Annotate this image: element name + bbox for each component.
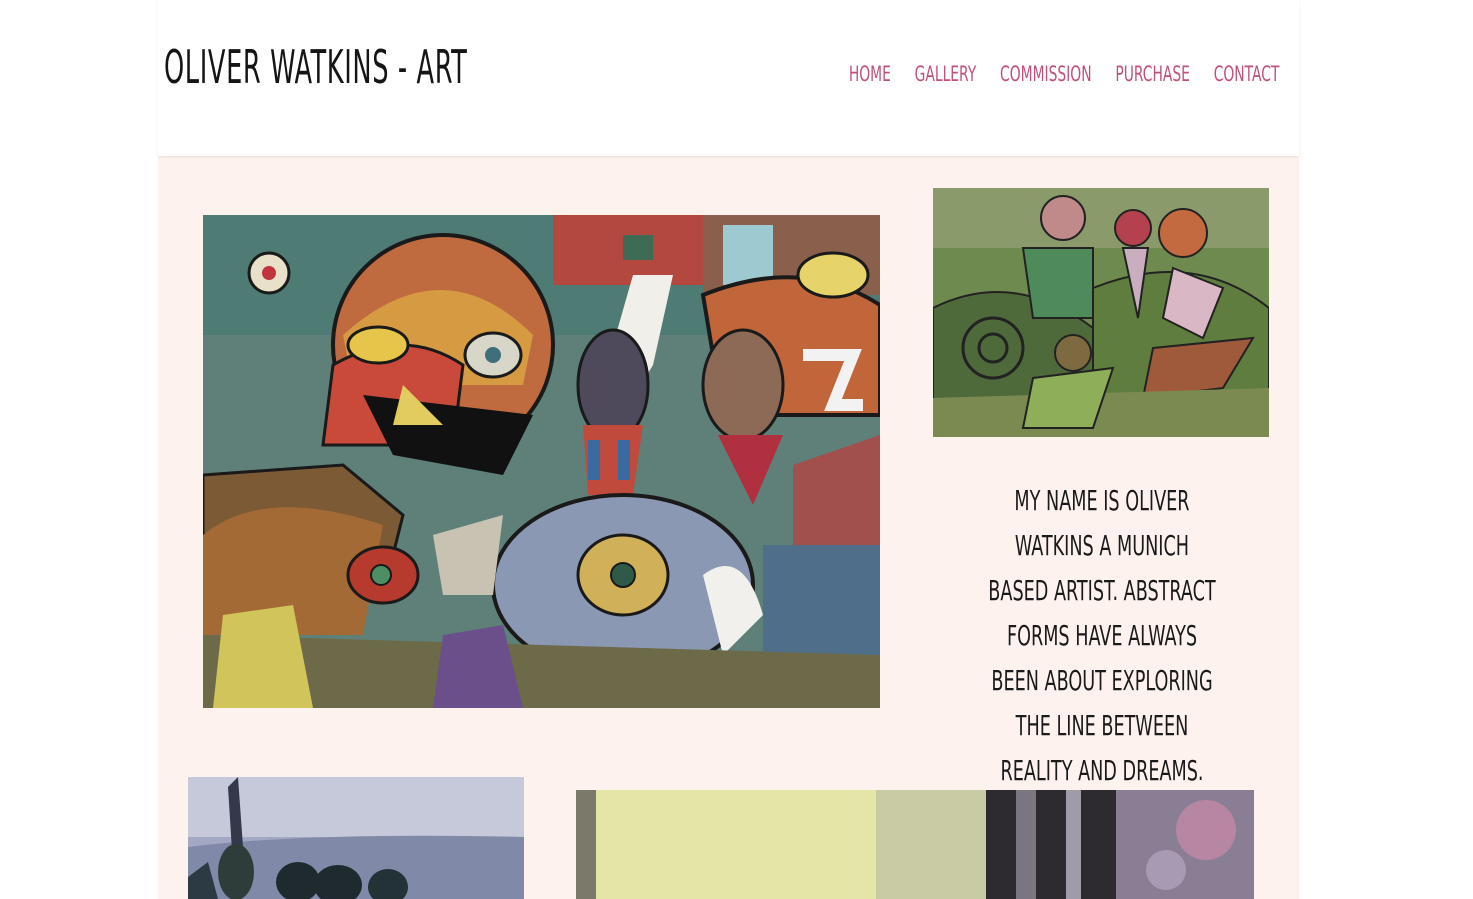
bottom-left-painting-artwork (188, 777, 524, 899)
nav-gallery-link[interactable]: GALLERY (914, 62, 976, 86)
featured-painting-artwork (203, 215, 880, 708)
bottom-right-painting-artwork (576, 790, 1254, 899)
nav-commission-link[interactable]: COMMISSION (1000, 62, 1092, 86)
site-wrapper: OLIVER WATKINS - ART HOME GALLERY COMMIS… (158, 0, 1299, 899)
main-nav: HOME GALLERY COMMISSION PURCHASE CONTACT (825, 62, 1279, 86)
bottom-left-painting-image[interactable] (188, 777, 524, 899)
site-title[interactable]: OLIVER WATKINS - ART (164, 40, 467, 94)
nav-purchase-link[interactable]: PURCHASE (1115, 62, 1190, 86)
side-painting-image[interactable] (933, 188, 1269, 437)
bottom-right-painting-image[interactable] (576, 790, 1254, 899)
artist-bio-span: MY NAME IS OLIVER WATKINS A MUNICH BASED… (988, 484, 1216, 787)
side-painting-artwork (933, 188, 1269, 437)
nav-contact-link[interactable]: CONTACT (1213, 62, 1279, 86)
nav-home-link[interactable]: HOME (848, 62, 890, 86)
site-header: OLIVER WATKINS - ART HOME GALLERY COMMIS… (158, 0, 1299, 156)
artist-bio-text: MY NAME IS OLIVER WATKINS A MUNICH BASED… (932, 478, 1272, 793)
featured-painting-image[interactable] (203, 215, 880, 708)
